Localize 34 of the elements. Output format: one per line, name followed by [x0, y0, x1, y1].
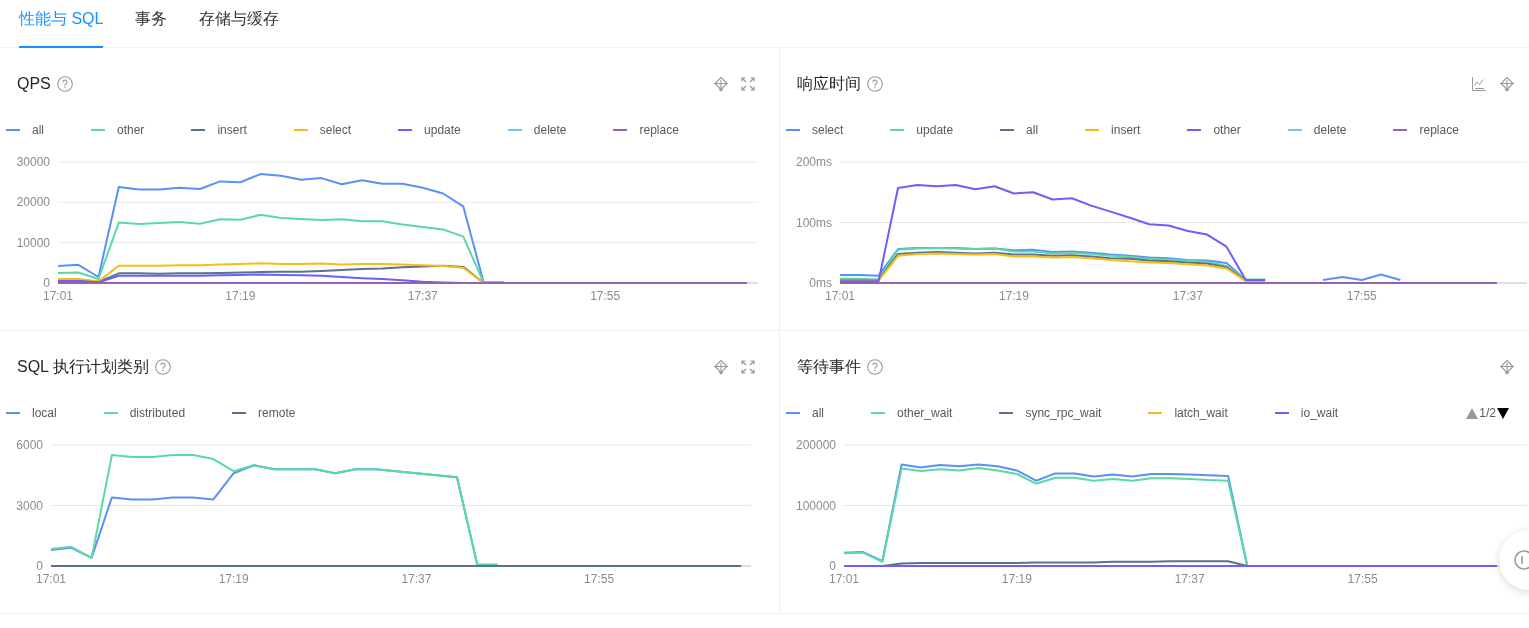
y-axis-label: 6000	[16, 438, 43, 452]
x-axis-label: 17:37	[1172, 289, 1203, 303]
x-axis-label: 17:19	[1001, 572, 1032, 586]
x-axis-label: 17:55	[1346, 289, 1377, 303]
x-axis-label: 17:55	[584, 572, 615, 586]
y-axis-label: 0ms	[809, 276, 832, 290]
panel-title: 等待事件	[797, 357, 861, 377]
x-axis-label: 17:19	[998, 289, 1029, 303]
panel-title: 响应时间	[797, 74, 861, 94]
y-axis-label: 100000	[795, 498, 836, 513]
y-axis-label: 100ms	[795, 215, 832, 230]
x-axis-label: 17:01	[825, 289, 855, 303]
y-axis-label: 3000	[16, 498, 43, 513]
x-axis-label: 17:55	[1347, 572, 1378, 586]
y-axis-label: 200ms	[795, 155, 832, 169]
x-axis-label: 17:01	[829, 572, 859, 586]
y-axis-label: 0	[829, 559, 836, 573]
y-axis-label: 10000	[16, 235, 50, 250]
y-axis-label: 30000	[16, 155, 50, 169]
x-axis-label: 17:19	[218, 572, 249, 586]
y-axis-label: 0	[36, 559, 43, 573]
x-axis-label: 17:55	[590, 289, 621, 303]
x-axis-label: 17:37	[1174, 572, 1205, 586]
y-axis-label: 0	[43, 276, 50, 290]
x-axis-label: 17:01	[36, 572, 66, 586]
x-axis-label: 17:37	[401, 572, 432, 586]
page-indicator: 1/2	[1479, 406, 1496, 420]
panel-title: QPS	[17, 74, 51, 94]
x-axis-label: 17:37	[407, 289, 438, 303]
y-axis-label: 200000	[795, 438, 836, 452]
panel-title: SQL 执行计划类别	[17, 357, 149, 377]
x-axis-label: 17:19	[225, 289, 256, 303]
x-axis-label: 17:01	[43, 289, 73, 303]
y-axis-label: 20000	[16, 195, 50, 210]
